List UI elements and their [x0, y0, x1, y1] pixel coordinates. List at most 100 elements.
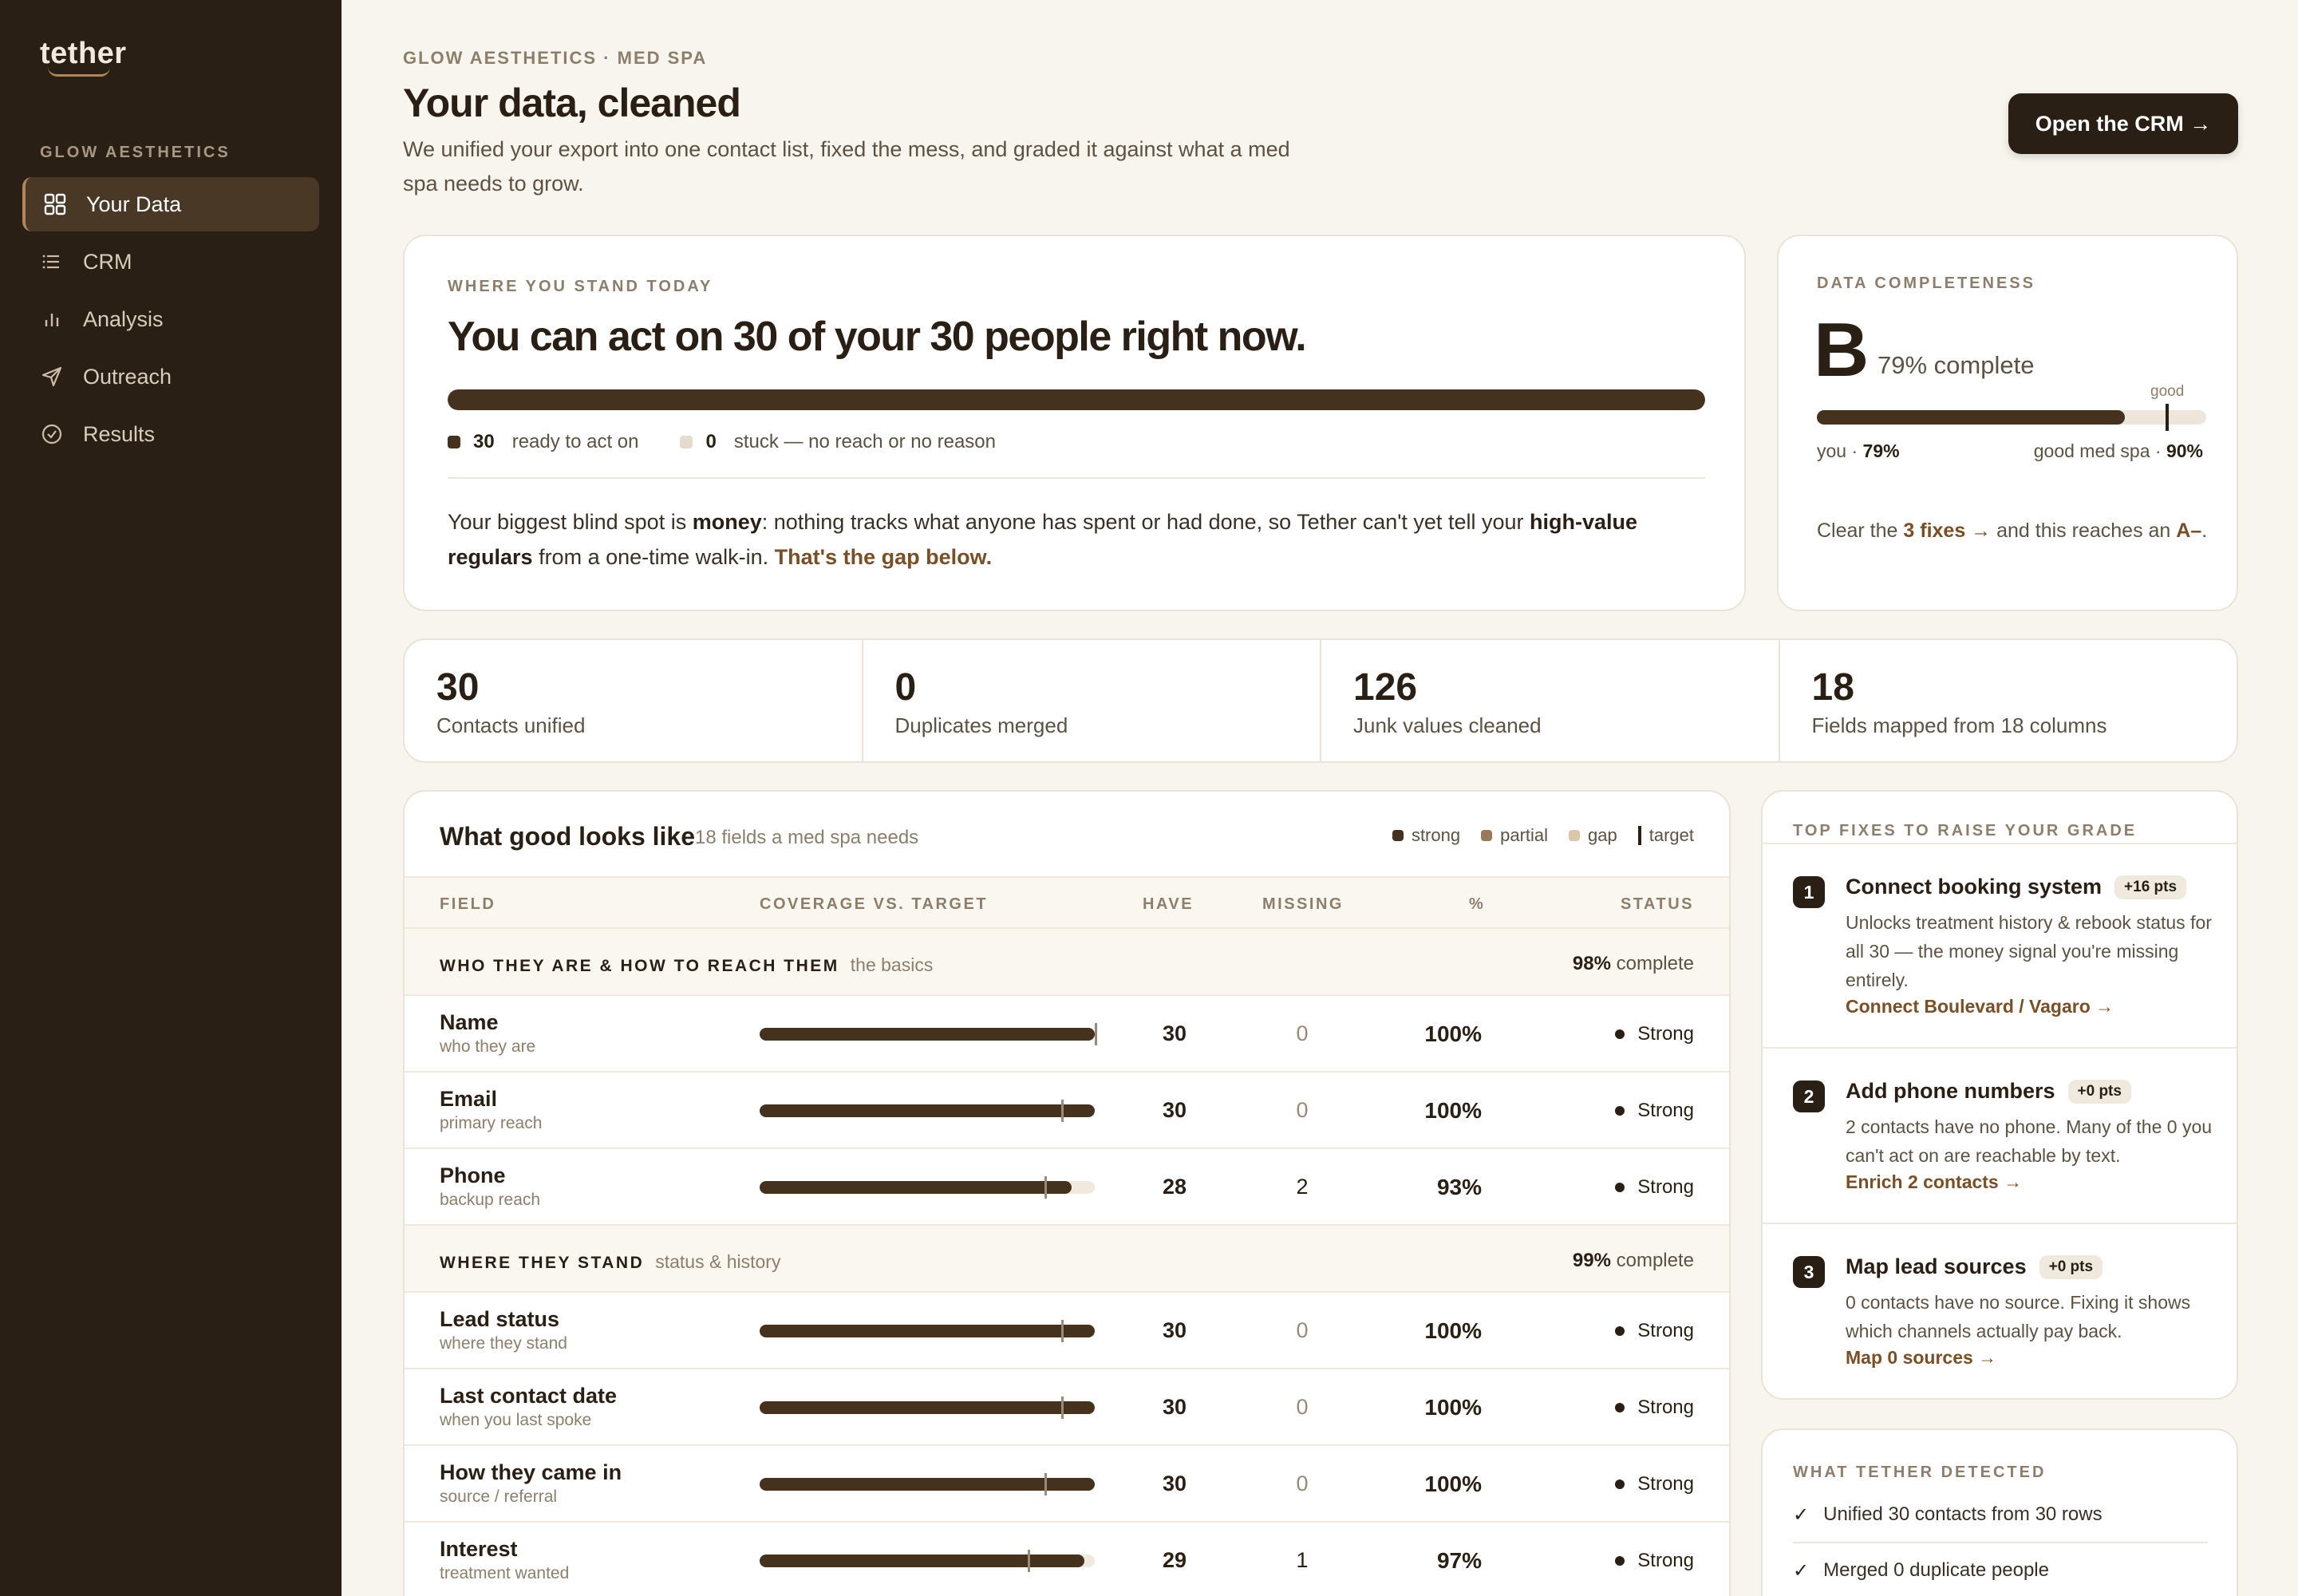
target-marker: [1061, 1100, 1064, 1122]
section-hint: the basics: [850, 954, 934, 975]
good-target-marker: [2166, 404, 2170, 431]
stat-label: Duplicates merged: [894, 713, 1068, 737]
bar-chart-icon: [40, 307, 64, 331]
sidebar-item-results[interactable]: Results: [22, 407, 319, 461]
grid-icon: [43, 192, 67, 216]
table-row[interactable]: How they came in source / referral 30 0 …: [405, 1446, 1729, 1523]
fixes-card: TOP FIXES TO RAISE YOUR GRADE 1 Connect …: [1761, 790, 2238, 1400]
sidebar-item-label: CRM: [83, 249, 132, 274]
stats-card: 30 Contacts unified 0 Duplicates merged …: [403, 638, 2238, 763]
logo[interactable]: tether: [40, 37, 127, 71]
col-coverage: COVERAGE VS. TARGET: [760, 895, 989, 913]
sidebar-item-analysis[interactable]: Analysis: [22, 292, 319, 346]
status-badge: Strong: [1615, 1100, 1694, 1122]
sidebar-item-your-data[interactable]: Your Data: [22, 177, 319, 231]
stuck-count: 0: [705, 431, 717, 452]
coverage-bar: [760, 1176, 1095, 1199]
section-title: WHERE THEY STAND: [440, 1254, 645, 1272]
completeness-text: Clear the 3 fixes → and this reaches an …: [1817, 516, 2208, 546]
grade-letter: B: [1814, 307, 1870, 393]
legend-gap: gap: [1588, 825, 1617, 845]
blind-spot-text: Your biggest blind spot is money: nothin…: [448, 504, 1708, 575]
coverage-percent: 100%: [1424, 1098, 1482, 1123]
missing-count: 0: [1296, 1472, 1309, 1495]
strong-swatch: [1392, 830, 1404, 841]
coverage-percent: 93%: [1436, 1175, 1482, 1199]
section-pct-label: complete: [1610, 1250, 1694, 1271]
stand-legend: 30 ready to act on 0 stuck — no reach or…: [448, 431, 996, 453]
fixes-link[interactable]: 3 fixes →: [1903, 519, 1991, 542]
status-dot: [1615, 1556, 1625, 1566]
table-row[interactable]: Name who they are 30 0 100% Strong: [405, 996, 1729, 1073]
table-row[interactable]: Lead status where they stand 30 0 100% S…: [405, 1293, 1729, 1369]
target-marker: [1061, 1396, 1064, 1419]
stat-label: Fields mapped from 18 columns: [1811, 713, 2107, 737]
detected-card: WHAT TETHER DETECTED ✓ Unified 30 contact…: [1761, 1428, 2238, 1596]
table-row[interactable]: Last contact date when you last spoke 30…: [405, 1369, 1729, 1446]
field-name: Email: [440, 1087, 498, 1111]
status-badge: Strong: [1615, 1176, 1694, 1199]
status-dot: [1615, 1183, 1625, 1192]
field-description: where they stand: [440, 1334, 567, 1353]
sidebar-nav: Your Data CRM Analysis Outreach Results: [22, 177, 319, 464]
check-icon: ✓: [1793, 1503, 1810, 1526]
table-row[interactable]: Email primary reach 30 0 100% Strong: [405, 1073, 1729, 1149]
section-pct-value: 98%: [1572, 953, 1611, 974]
text-part: and this reaches an: [1991, 519, 2177, 542]
fix-title: Add phone numbers +0 pts: [1846, 1079, 2131, 1104]
field-name: Lead status: [440, 1307, 560, 1331]
field-description: backup reach: [440, 1191, 541, 1209]
good-pct: 90%: [2166, 440, 2203, 461]
stand-card: WHERE YOU STAND TODAY You can act on 30 …: [403, 235, 1746, 611]
col-status: STATUS: [1620, 895, 1694, 913]
status-dot: [1615, 1106, 1625, 1116]
field-name: Last contact date: [440, 1384, 618, 1408]
stat-label: Contacts unified: [436, 713, 586, 737]
ready-progress-fill: [448, 389, 1705, 410]
open-crm-button[interactable]: Open the CRM →: [2008, 93, 2238, 154]
coverage-bar: [760, 1023, 1097, 1045]
legend-target: target: [1648, 825, 1694, 845]
coverage-fill: [760, 1325, 1095, 1337]
coverage-fill: [760, 1181, 1072, 1194]
field-name: Name: [440, 1010, 499, 1034]
table-legend: strong partial gap target: [1372, 825, 1694, 846]
section-hint: status & history: [655, 1251, 781, 1272]
breadcrumb: GLOW AESTHETICS · MED SPA: [403, 48, 708, 68]
detected-item: ✓ Unified 30 contacts from 30 rows: [1793, 1487, 2208, 1543]
have-count: 28: [1162, 1175, 1187, 1199]
ready-label: ready to act on: [511, 431, 639, 452]
page-title: Your data, cleaned: [403, 81, 741, 125]
enrich-contacts-link[interactable]: Enrich 2 contacts →: [1846, 1171, 2022, 1193]
sidebar-item-crm[interactable]: CRM: [22, 235, 319, 289]
you-pct: 79%: [1862, 440, 1900, 461]
stuck-label: stuck — no reach or no reason: [733, 431, 996, 452]
table-header: FIELD COVERAGE VS. TARGET HAVE MISSING %…: [405, 876, 1729, 929]
fix-title-text: Map lead sources: [1846, 1254, 2027, 1278]
table-row[interactable]: Phone backup reach 28 2 93% Strong: [405, 1149, 1729, 1226]
target-marker: [1044, 1473, 1047, 1495]
list-icon: [40, 250, 64, 274]
section-title: WHO THEY ARE & HOW TO REACH THEM: [440, 957, 839, 975]
sidebar-item-label: Your Data: [86, 192, 182, 216]
target-swatch: [1637, 826, 1641, 845]
table-section: WHO THEY ARE & HOW TO REACH THEM the basi…: [405, 929, 1729, 996]
map-sources-link[interactable]: Map 0 sources →: [1846, 1347, 1996, 1369]
detected-item: ✓ Merged 0 duplicate people: [1793, 1543, 2208, 1596]
coverage-percent: 100%: [1424, 1472, 1482, 1496]
sidebar-item-outreach[interactable]: Outreach: [22, 350, 319, 404]
status-badge: Strong: [1615, 1550, 1694, 1572]
stand-eyebrow: WHERE YOU STAND TODAY: [448, 278, 713, 295]
gap-link[interactable]: That's the gap below.: [775, 545, 992, 569]
section-name: WHERE THEY STAND status & history: [440, 1251, 780, 1273]
stat-number: 18: [1811, 666, 1854, 709]
status-text: Strong: [1637, 1320, 1694, 1341]
table-row[interactable]: Interest treatment wanted 29 1 97% Stron…: [405, 1523, 1729, 1596]
status-text: Strong: [1637, 1100, 1694, 1121]
legend-strong: strong: [1411, 825, 1461, 845]
stuck-swatch: [680, 436, 693, 448]
field-description: who they are: [440, 1037, 536, 1056]
connect-booking-link[interactable]: Connect Boulevard / Vagaro →: [1846, 996, 2114, 1017]
status-dot: [1615, 1479, 1625, 1489]
missing-count: 0: [1296, 1098, 1309, 1122]
